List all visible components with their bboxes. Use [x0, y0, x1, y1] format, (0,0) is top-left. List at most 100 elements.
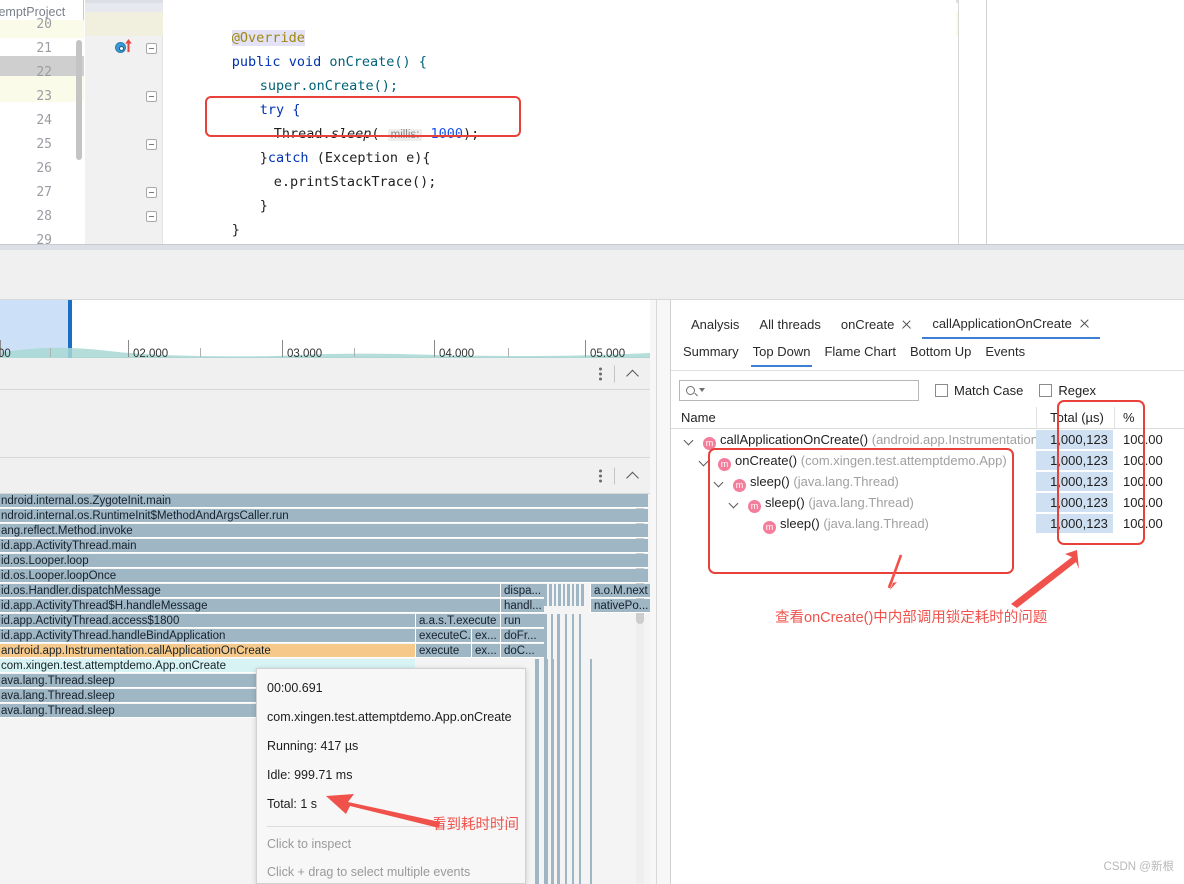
stack-row[interactable]: id.app.ActivityThread.access$1800: [0, 614, 415, 628]
track-controls[interactable]: [599, 467, 640, 484]
stack-row-selected[interactable]: android.app.Instrumentation.callApplicat…: [0, 644, 415, 658]
tab-label: callApplicationOnCreate: [932, 315, 1072, 331]
annotation-note-tooltip: 看到耗时时间: [432, 817, 519, 833]
flame-cell[interactable]: a.a.s.T.execute: [415, 614, 500, 628]
event-bar[interactable]: [557, 614, 560, 659]
regex-checkbox[interactable]: [1039, 383, 1053, 397]
match-case-label: Match Case: [954, 382, 1024, 398]
event-bar[interactable]: [551, 614, 553, 659]
event-bar[interactable]: [558, 584, 561, 606]
stack-row[interactable]: ndroid.internal.os.ZygoteInit.main: [0, 494, 648, 508]
subtab-top-down[interactable]: Top Down: [750, 344, 813, 367]
stack-row[interactable]: ndroid.internal.os.RuntimeInit$MethodAnd…: [0, 509, 648, 523]
editor-gutter[interactable]: [85, 0, 163, 244]
close-icon[interactable]: [1079, 318, 1090, 329]
timeline-ruler[interactable]: 00 02.000 03.000 04.000 05.000: [0, 300, 650, 360]
more-options-icon[interactable]: [599, 366, 603, 382]
event-bar[interactable]: [557, 659, 560, 884]
flame-cell[interactable]: ex...: [471, 644, 500, 658]
chevron-down-icon[interactable]: [699, 388, 705, 392]
subtab-events[interactable]: Events: [983, 344, 1027, 365]
flame-cell[interactable]: ex...: [471, 629, 500, 643]
code-editor[interactable]: temptProject 20 21 22 23 24 25 26 27 28 …: [0, 0, 1184, 244]
subtab-bottom-up[interactable]: Bottom Up: [908, 344, 973, 365]
fold-icon[interactable]: [146, 211, 157, 222]
tooltip-hint-inspect: Click to inspect: [267, 837, 352, 851]
flame-cell[interactable]: nativePo...: [590, 599, 650, 613]
event-tooltip: 00:00.691 com.xingen.test.attemptdemo.Ap…: [256, 668, 526, 884]
project-scrollbar[interactable]: [76, 40, 82, 160]
event-bar[interactable]: [535, 659, 539, 884]
event-bar[interactable]: [579, 614, 581, 659]
analysis-tab-bar[interactable]: Analysis All threads onCreate callApplic…: [671, 308, 1184, 340]
match-case-option[interactable]: Match Case: [935, 383, 1023, 398]
event-bar[interactable]: [544, 614, 547, 659]
editor-right-divider: [986, 0, 987, 244]
stack-row[interactable]: ang.reflect.Method.invoke: [0, 524, 648, 538]
stack-row[interactable]: id.app.ActivityThread$H.handleMessage: [0, 599, 500, 613]
stack-row[interactable]: id.os.Looper.loop: [0, 554, 648, 568]
tab-oncreate[interactable]: onCreate: [831, 309, 922, 339]
column-divider[interactable]: [1036, 407, 1037, 429]
event-bar[interactable]: [563, 584, 565, 606]
subtab-underline: [671, 370, 1184, 371]
flame-cell[interactable]: a.o.M.next: [590, 584, 650, 598]
breakpoint-icon[interactable]: [115, 42, 126, 53]
flame-cell[interactable]: execute: [415, 644, 471, 658]
event-bar[interactable]: [581, 584, 584, 606]
editor-code-area[interactable]: @Override public void onCreate() { super…: [163, 0, 956, 244]
fold-icon[interactable]: [146, 187, 157, 198]
tab-callapplicationoncreate[interactable]: callApplicationOnCreate: [922, 309, 1100, 339]
track-controls[interactable]: [599, 365, 640, 382]
more-options-icon[interactable]: [599, 468, 603, 484]
event-bar[interactable]: [551, 659, 554, 884]
event-bar[interactable]: [576, 584, 579, 606]
analysis-panel[interactable]: Analysis All threads onCreate callApplic…: [670, 300, 1184, 884]
flame-cell[interactable]: dispa...: [500, 584, 544, 598]
stack-row[interactable]: id.app.ActivityThread.main: [0, 539, 648, 553]
event-bar[interactable]: [554, 584, 556, 606]
flame-cell[interactable]: handl...: [500, 599, 544, 613]
track-strip-cpu[interactable]: [0, 358, 650, 390]
flame-cell[interactable]: doFr...: [500, 629, 544, 643]
fold-icon[interactable]: [146, 91, 157, 102]
stack-row[interactable]: id.os.Looper.loopOnce: [0, 569, 648, 583]
chevron-up-icon[interactable]: [626, 367, 640, 381]
regex-option[interactable]: Regex: [1039, 383, 1096, 398]
line-number: 20: [36, 17, 52, 32]
analysis-subtab-bar[interactable]: Summary Top Down Flame Chart Bottom Up E…: [671, 344, 1184, 370]
column-header-name[interactable]: Name: [681, 410, 716, 425]
flame-cell[interactable]: executeC...: [415, 629, 471, 643]
event-bar[interactable]: [572, 584, 574, 606]
event-bar[interactable]: [565, 614, 567, 659]
event-bar[interactable]: [544, 584, 547, 606]
event-bar[interactable]: [572, 614, 574, 659]
subtab-summary[interactable]: Summary: [681, 344, 741, 365]
event-bar[interactable]: [549, 584, 552, 606]
event-bar[interactable]: [544, 659, 548, 884]
track-strip-memory[interactable]: [0, 390, 650, 458]
fold-icon[interactable]: [146, 139, 157, 150]
flame-cell[interactable]: doC...: [500, 644, 544, 658]
fold-icon[interactable]: [146, 43, 157, 54]
close-icon[interactable]: [901, 319, 912, 330]
subtab-flame-chart[interactable]: Flame Chart: [822, 344, 898, 365]
tab-analysis[interactable]: Analysis: [681, 309, 749, 339]
track-strip-threads[interactable]: [0, 458, 650, 494]
tab-all-threads[interactable]: All threads: [749, 309, 830, 339]
event-bar[interactable]: [567, 584, 570, 606]
event-bar[interactable]: [565, 659, 567, 884]
stack-row[interactable]: id.os.Handler.dispatchMessage: [0, 584, 500, 598]
flame-cell[interactable]: run: [500, 614, 544, 628]
event-bar[interactable]: [590, 659, 592, 884]
event-bar[interactable]: [572, 659, 574, 884]
match-case-checkbox[interactable]: [935, 383, 948, 397]
line-number: 23: [36, 89, 52, 104]
event-bar[interactable]: [579, 659, 581, 884]
search-input[interactable]: [679, 379, 919, 401]
paren-close: );: [463, 126, 480, 142]
expand-chevron-icon[interactable]: [685, 436, 694, 445]
watermark: CSDN @新根: [1103, 861, 1174, 873]
stack-row[interactable]: id.app.ActivityThread.handleBindApplicat…: [0, 629, 415, 643]
chevron-up-icon[interactable]: [626, 469, 640, 483]
